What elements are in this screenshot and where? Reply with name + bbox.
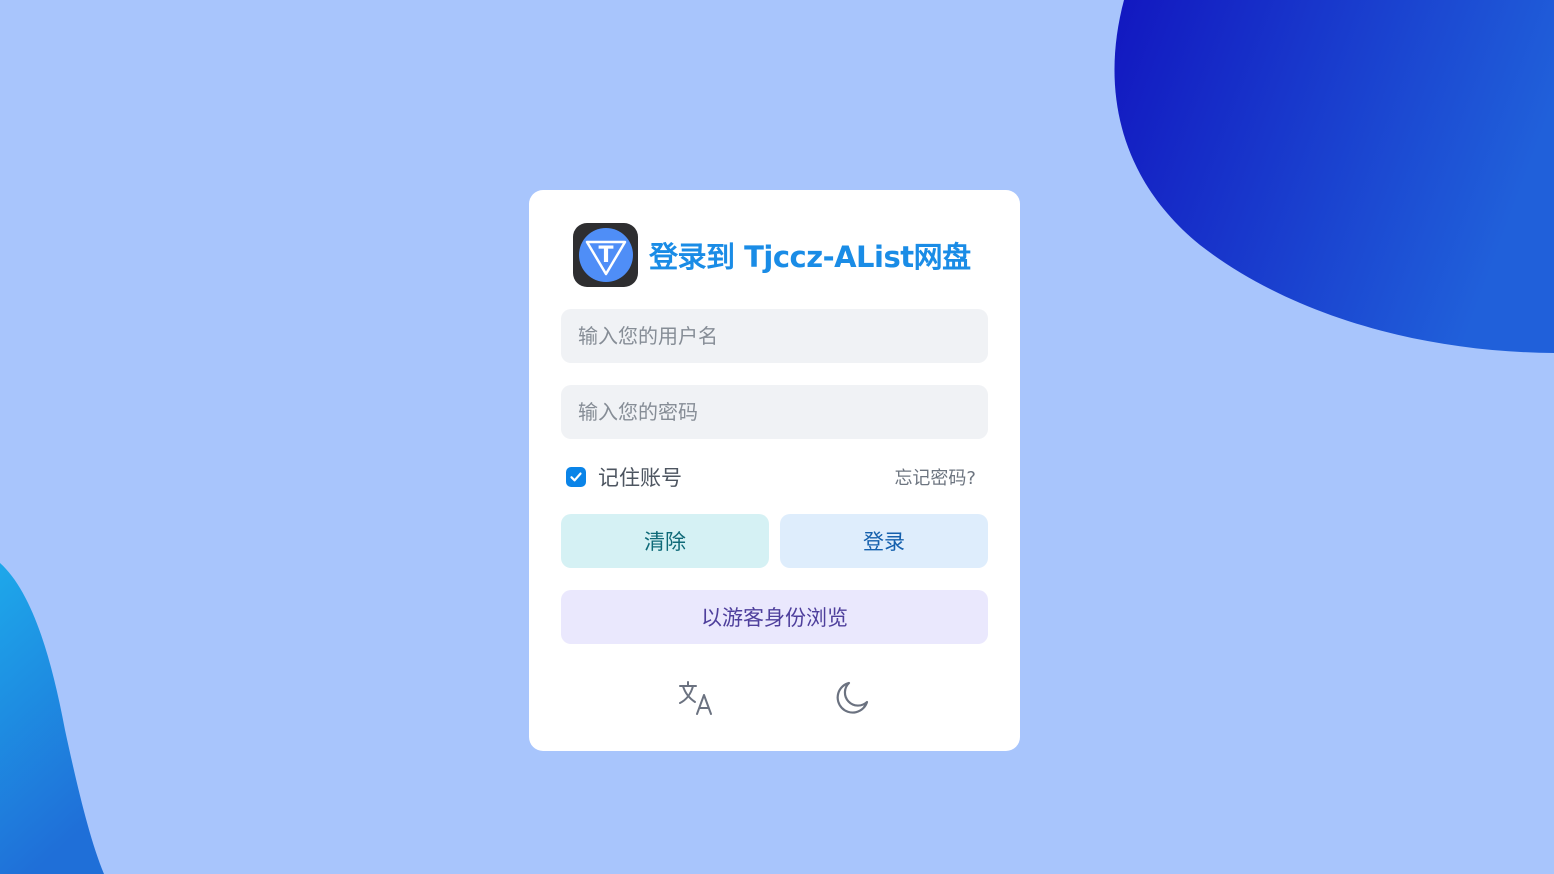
page-title: 登录到 Tjccz-AList网盘: [649, 240, 971, 274]
remember-label: 记住账号: [598, 466, 682, 490]
top-right-blob: [1114, 0, 1554, 353]
forgot-password-link[interactable]: 忘记密码?: [894, 464, 976, 490]
bottom-left-blob: [0, 563, 104, 874]
logo-letter: T: [598, 243, 613, 268]
check-icon[interactable]: [566, 467, 586, 487]
remember-row: 记住账号 忘记密码?: [566, 462, 976, 492]
moon-icon[interactable]: [831, 677, 873, 719]
logo-icon: T: [573, 223, 638, 287]
guest-browse-button[interactable]: 以游客身份浏览: [561, 590, 988, 644]
remember-checkbox[interactable]: 记住账号: [566, 462, 682, 492]
password-input[interactable]: [561, 385, 988, 439]
username-input[interactable]: [561, 309, 988, 363]
login-button[interactable]: 登录: [780, 514, 988, 568]
login-card: T 登录到 Tjccz-AList网盘 记住账号 忘记密码? 清除 登录 以游客…: [529, 190, 1020, 751]
clear-button[interactable]: 清除: [561, 514, 769, 568]
login-header: T 登录到 Tjccz-AList网盘: [573, 223, 971, 287]
translate-icon[interactable]: [676, 677, 718, 719]
